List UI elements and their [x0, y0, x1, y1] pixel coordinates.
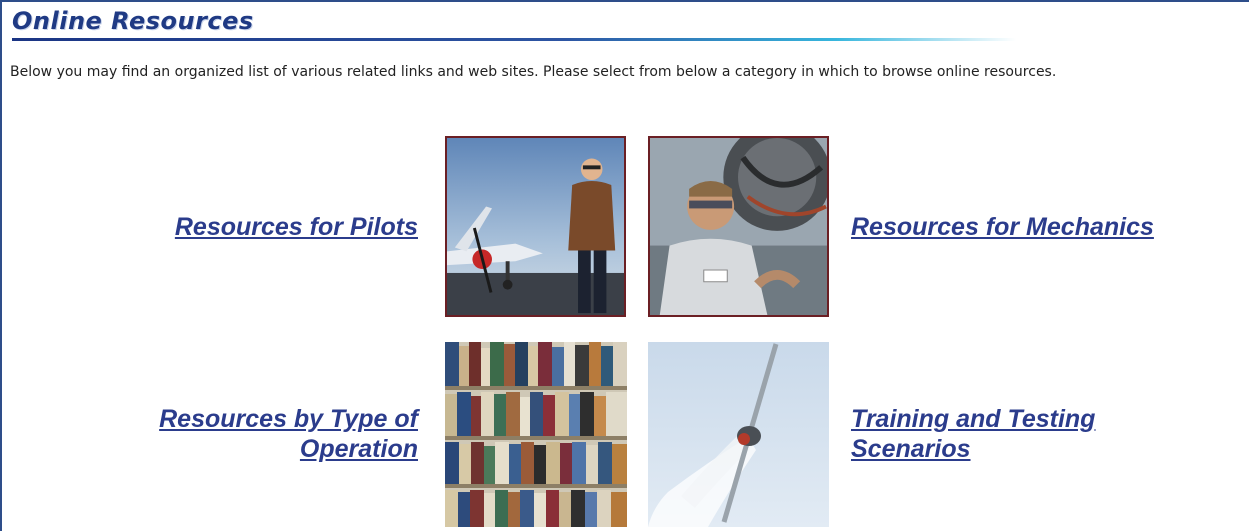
aerobatic-plane-smoke-image [648, 342, 829, 527]
pilot-photo[interactable] [445, 136, 626, 317]
intro-text: Below you may find an organized list of … [10, 64, 1057, 80]
aerobatic-plane-photo[interactable] [648, 342, 829, 527]
pilot-with-airplane-image [447, 138, 624, 315]
resources-for-mechanics-link[interactable]: Resources for Mechanics [851, 212, 1231, 242]
library-photo[interactable] [445, 342, 627, 527]
mechanic-photo[interactable] [648, 136, 829, 317]
mechanic-with-engine-image [650, 138, 827, 315]
header-rule [12, 38, 1016, 41]
resources-by-type-of-operation-link[interactable]: Resources by Type of Operation [100, 404, 418, 464]
training-and-testing-scenarios-link[interactable]: Training and Testing Scenarios [851, 404, 1171, 464]
resources-for-pilots-link[interactable]: Resources for Pilots [110, 212, 418, 242]
page-title: Online Resources [12, 7, 254, 35]
page-header: Online Resources [12, 7, 1016, 43]
library-bookshelf-image [445, 342, 627, 527]
